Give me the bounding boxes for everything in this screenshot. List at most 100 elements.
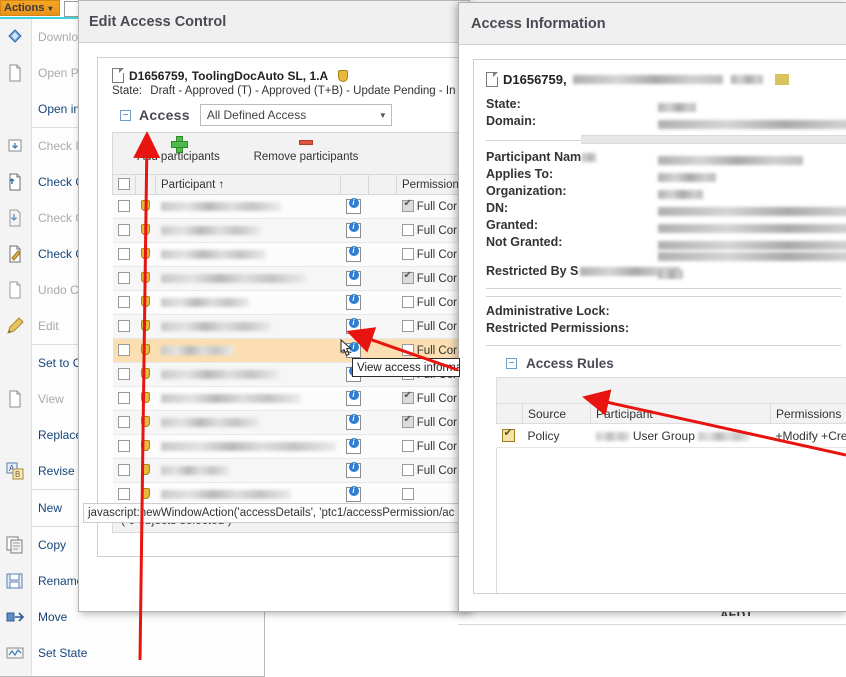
table-row[interactable]: Full Cor: [112, 290, 469, 315]
collapse-icon[interactable]: −: [506, 358, 517, 369]
row-select-cell[interactable]: [112, 362, 136, 387]
table-row[interactable]: Full Cor: [112, 218, 469, 243]
full-control-checkbox[interactable]: [401, 414, 414, 428]
row-spacer-cell: [368, 218, 397, 243]
row-checkbox[interactable]: [117, 200, 130, 212]
add-participants-button[interactable]: Add participants: [121, 136, 236, 163]
row-select-cell[interactable]: [112, 290, 136, 315]
permissions-column-header[interactable]: Permissions: [770, 403, 846, 424]
horizontal-scroll-strip[interactable]: [581, 135, 846, 144]
collapse-icon[interactable]: −: [120, 109, 131, 121]
table-row[interactable]: Full Cor: [112, 410, 469, 435]
participant-column-header[interactable]: Participant: [590, 403, 771, 424]
row-spacer-cell: [368, 386, 397, 411]
row-checkbox[interactable]: [117, 392, 130, 404]
access-filter-select[interactable]: All Defined Access ▼: [199, 104, 392, 126]
table-row[interactable]: Full Cor: [112, 458, 469, 483]
info-icon[interactable]: [345, 246, 361, 262]
shield-icon: [140, 224, 150, 235]
row-info-cell[interactable]: [340, 290, 369, 315]
edit-access-control-card: D1656759, ToolingDocAuto SL, 1.A State: …: [97, 57, 469, 557]
table-row[interactable]: Full Cor: [112, 242, 469, 267]
table-row[interactable]: Full Cor: [112, 434, 469, 459]
row-spacer-cell: [368, 458, 397, 483]
full-control-checkbox[interactable]: [401, 464, 414, 476]
menu-item-export[interactable]: Export: [0, 671, 264, 676]
info-icon[interactable]: [345, 438, 361, 454]
row-checkbox[interactable]: [117, 320, 130, 332]
row-checkbox[interactable]: [117, 272, 130, 284]
row-info-cell[interactable]: [340, 218, 369, 243]
info-icon[interactable]: [345, 462, 361, 478]
row-checkbox[interactable]: [117, 464, 130, 476]
remove-participants-button[interactable]: Remove participants: [241, 136, 371, 163]
full-control-checkbox[interactable]: [401, 224, 414, 236]
full-control-checkbox[interactable]: [401, 296, 414, 308]
table-row[interactable]: Full Cor: [112, 386, 469, 411]
shield-icon: [140, 320, 150, 331]
row-select-cell[interactable]: [112, 314, 136, 339]
full-control-checkbox[interactable]: [401, 248, 414, 260]
row-info-cell[interactable]: [340, 314, 369, 339]
row-select-cell[interactable]: [112, 242, 136, 267]
row-select-cell[interactable]: [112, 266, 136, 291]
row-checkbox[interactable]: [117, 344, 130, 356]
full-control-checkbox[interactable]: [401, 390, 414, 404]
status-badge: [774, 74, 789, 85]
info-icon[interactable]: [345, 294, 361, 310]
edit-access-control-window[interactable]: Edit Access Control D1656759, ToolingDoc…: [78, 0, 470, 612]
row-info-cell[interactable]: [340, 242, 369, 267]
access-information-body: D1656759, State: Domain: Participant Nam Ap…: [459, 45, 846, 594]
select-all-checkbox[interactable]: [118, 178, 130, 190]
row-select-cell[interactable]: [112, 434, 136, 459]
table-row[interactable]: Full Cor: [112, 266, 469, 291]
row-info-cell[interactable]: [340, 434, 369, 459]
full-control-checkbox[interactable]: [401, 440, 414, 452]
actions-button[interactable]: Actions ▾: [0, 0, 60, 16]
access-rules-label: Access Rules: [526, 356, 614, 371]
table-row[interactable]: Full Cor: [112, 194, 469, 219]
table-row[interactable]: Policy User Group +Modify +Cre: [496, 423, 846, 448]
source-column-header[interactable]: Source: [522, 403, 591, 424]
info-icon[interactable]: [345, 414, 361, 430]
row-select-cell[interactable]: [112, 410, 136, 435]
row-info-cell[interactable]: [340, 410, 369, 435]
row-info-cell[interactable]: [340, 458, 369, 483]
row-checkbox[interactable]: [117, 224, 130, 236]
info-icon[interactable]: [345, 318, 361, 334]
row-info-cell[interactable]: [340, 266, 369, 291]
table-row[interactable]: Full Cor: [112, 314, 469, 339]
row-select-cell[interactable]: [112, 218, 136, 243]
row-checkbox[interactable]: [117, 248, 130, 260]
row-info-cell[interactable]: [340, 194, 369, 219]
select-all-header[interactable]: [112, 174, 136, 195]
full-control-checkbox[interactable]: [401, 270, 414, 284]
info-icon[interactable]: [345, 198, 361, 214]
full-control-checkbox[interactable]: [401, 488, 414, 500]
row-select-cell[interactable]: [112, 338, 136, 363]
info-icon[interactable]: [345, 270, 361, 286]
full-control-checkbox[interactable]: [401, 344, 414, 356]
menu-item-set-state[interactable]: Set State: [0, 635, 264, 671]
row-checkbox[interactable]: [117, 440, 130, 452]
access-information-window[interactable]: Access Information D1656759, State: Domai…: [458, 2, 846, 612]
info-icon[interactable]: [345, 390, 361, 406]
row-info-cell[interactable]: [340, 386, 369, 411]
tooltip-text: View access informa: [357, 361, 460, 374]
row-select-cell[interactable]: [112, 194, 136, 219]
info-icon[interactable]: [345, 222, 361, 238]
access-rules-table[interactable]: Source Participant Permissions Policy Us…: [496, 377, 846, 448]
row-checkbox[interactable]: [117, 416, 130, 428]
row-checkbox[interactable]: [117, 368, 130, 380]
row-checkbox[interactable]: [117, 296, 130, 308]
participant-column-header[interactable]: Participant ↑: [155, 174, 341, 195]
row-select-cell[interactable]: [112, 386, 136, 411]
row-checkbox[interactable]: [117, 488, 130, 500]
participants-table[interactable]: Participant ↑ Permission Full Cor Full C…: [112, 174, 469, 507]
full-control-checkbox[interactable]: [401, 198, 414, 212]
info-icon[interactable]: [345, 486, 361, 502]
access-filter-value: All Defined Access: [206, 108, 307, 122]
full-control-checkbox[interactable]: [401, 320, 414, 332]
row-select-cell[interactable]: [112, 458, 136, 483]
document-icon: [486, 72, 498, 87]
